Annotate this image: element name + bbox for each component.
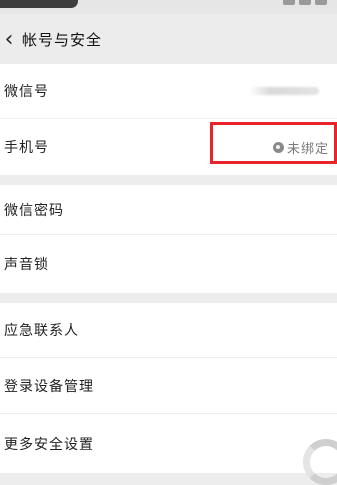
section-gap [0, 293, 337, 303]
header: ‹ 帐号与安全 [0, 14, 337, 64]
row-more-security[interactable]: 更多安全设置 [0, 414, 337, 473]
phone-status-text: 未绑定 [287, 138, 329, 157]
wechat-id-label: 微信号 [4, 81, 49, 101]
security-section: 微信密码 声音锁 [0, 185, 337, 293]
row-device-management[interactable]: 登录设备管理 [0, 358, 337, 414]
row-phone[interactable]: 手机号 未绑定 [0, 119, 337, 175]
protection-section: 应急联系人 登录设备管理 更多安全设置 [0, 303, 337, 473]
row-voice-lock[interactable]: 声音锁 [0, 235, 337, 293]
phone-label: 手机号 [4, 137, 49, 157]
voice-lock-label: 声音锁 [4, 254, 49, 274]
wechat-id-value [249, 87, 319, 95]
device-management-label: 登录设备管理 [4, 376, 94, 396]
row-emergency-contact[interactable]: 应急联系人 [0, 303, 337, 358]
account-section: 微信号 手机号 未绑定 [0, 64, 337, 175]
signal-icon [283, 0, 295, 5]
row-wechat-id[interactable]: 微信号 [0, 64, 337, 119]
info-circle-icon [273, 142, 284, 153]
wifi-icon [299, 0, 311, 5]
password-label: 微信密码 [4, 200, 64, 220]
emergency-contact-label: 应急联系人 [4, 320, 79, 340]
status-pill [0, 0, 78, 8]
back-button[interactable]: ‹ [0, 14, 22, 64]
page-title: 帐号与安全 [22, 29, 102, 50]
battery-icon [315, 0, 327, 5]
section-gap [0, 175, 337, 185]
status-icons [283, 0, 327, 5]
floating-circle [303, 439, 337, 485]
phone-status: 未绑定 [273, 138, 329, 157]
row-password[interactable]: 微信密码 [0, 185, 337, 235]
chevron-left-icon[interactable]: ‹ [5, 27, 14, 52]
status-bar [0, 0, 337, 14]
more-security-label: 更多安全设置 [4, 434, 94, 454]
